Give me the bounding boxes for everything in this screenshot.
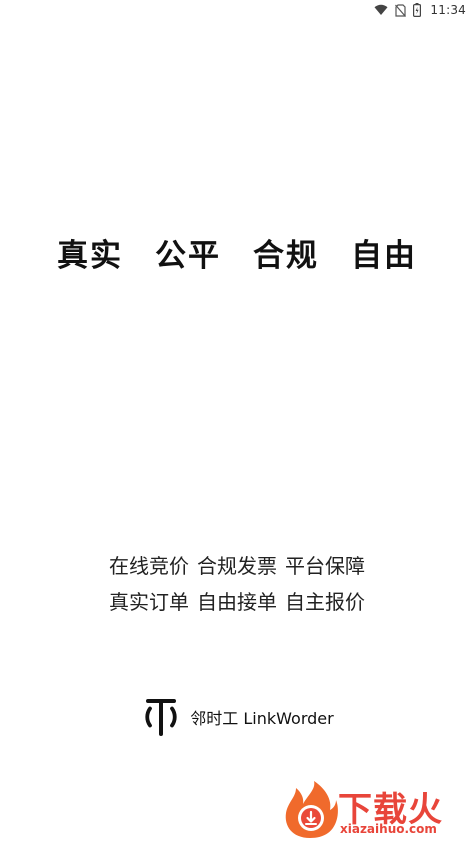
no-sim-icon [395, 3, 407, 17]
feature-item: 平台保障 [285, 554, 365, 578]
brand-logo-icon [140, 696, 182, 738]
status-bar: 11:34 [0, 0, 474, 20]
slogan-word: 自由 [351, 238, 417, 274]
wifi-icon [374, 4, 388, 16]
feature-item: 自由接单 [197, 590, 277, 614]
watermark: 下载火 xiazaihuo.com [280, 780, 470, 840]
feature-item: 在线竞价 [109, 554, 189, 578]
slogan-word: 公平 [155, 238, 221, 274]
slogan-word: 真实 [57, 238, 123, 274]
watermark-domain: xiazaihuo.com [340, 822, 437, 836]
brand: 邻时工 LinkWorder [0, 696, 474, 738]
slogan: 真实 公平 合规 自由 [0, 230, 474, 275]
feature-line-2: 真实订单 自由接单 自主报价 [0, 584, 474, 620]
brand-name: 邻时工 LinkWorder [190, 709, 334, 728]
feature-item: 自主报价 [285, 590, 365, 614]
features: 在线竞价 合规发票 平台保障 真实订单 自由接单 自主报价 [0, 548, 474, 620]
battery-icon [413, 3, 422, 17]
feature-item: 合规发票 [197, 554, 277, 578]
slogan-word: 合规 [253, 238, 319, 274]
status-icons: 11:34 [374, 2, 466, 18]
status-time: 11:34 [430, 3, 466, 17]
feature-item: 真实订单 [109, 590, 189, 614]
flame-icon [285, 781, 338, 838]
feature-line-1: 在线竞价 合规发票 平台保障 [0, 548, 474, 584]
